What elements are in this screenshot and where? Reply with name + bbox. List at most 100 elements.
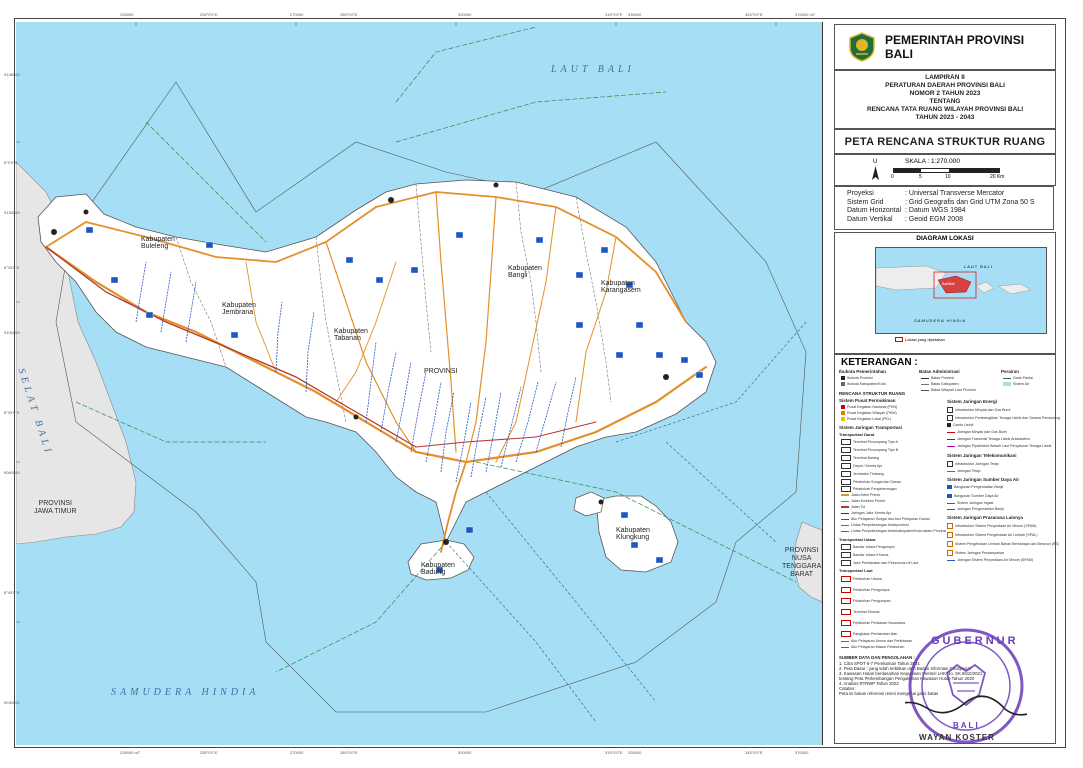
legend-h-ibukota: Ibukota Pemerintahan (839, 369, 887, 374)
coord-left-label-2: 8°0'0"S (4, 160, 18, 165)
coord-bottom-label-2: 255°0'0"E (200, 750, 218, 755)
scale-bar (893, 168, 1000, 173)
legend-h-darat: Transportasi Darat (839, 432, 875, 437)
coord-left-label-9: 9030000 (4, 700, 20, 705)
sea-label-laut-bali: LAUT BALI (551, 64, 635, 75)
legend-laut-7-text: Alur Pelayaran Masuk Pelabuhan (851, 645, 905, 649)
legend-laut-6-text: Alur Pelayaran Umum dan Perlintasan (851, 639, 913, 643)
org-title: PEMERINTAH PROVINSI BALI (884, 33, 1025, 61)
map-area[interactable]: LAUT BALI SELAT BALI SAMUDERA HINDIA PRO… (16, 22, 823, 745)
legend-darat-0-text: Terminal Penumpang Tipe A (853, 439, 898, 444)
legend-laut-7: Alur Pelayaran Masuk Pelabuhan (841, 645, 904, 649)
coord-top-label-2: 255°0'0"E (200, 12, 218, 17)
legend-telko-0-text: Infrastruktur Jaringan Tetap (955, 461, 999, 466)
legend-energi-3: Jaringan Minyak dan Gas Bumi (947, 430, 1007, 434)
legend-darat-5: Pelabuhan Sungai dan Danau (841, 479, 901, 485)
legend-air-0-text: Bangunan Pengendalian Banjir (954, 485, 1004, 489)
lampiran-line-1: LAMPIRAN II (925, 74, 965, 81)
legend-h-rencana: RENCANA STRUKTUR RUANG (839, 391, 906, 396)
coord-bottom-label-7: 330000 (628, 750, 642, 755)
legend-udara-0-text: Bandar Udara Pengumpul (853, 544, 895, 549)
legend-h-perairan: Perairan (1001, 369, 1020, 374)
legend-darat-13-text: Lintas Penyeberangan Antarkabupaten/Kota… (851, 529, 947, 533)
map-title: PETA RENCANA STRUKTUR RUANG (844, 136, 1046, 148)
legend-air-2-text: Sistem Jaringan Irigasi (957, 501, 994, 505)
legend-energi-5-text: Jaringan Pipa/Kabel Bawah Laut Penyalura… (957, 444, 1052, 448)
legend-darat-11: Alur Pelayaran Sungai dan Alur Pelayaran… (841, 517, 930, 521)
legend-pusat-1: Pusat Kegiatan Wilayah (PKW) (841, 411, 897, 416)
legend-ibukota-0: Ibukota Provinsi (841, 376, 873, 381)
legend-pusat-2: Pusat Kegiatan Lokal (PKL) (841, 417, 891, 422)
projection-val-2: Grid Geografis dan Grid UTM Zona 50 S (908, 198, 1035, 206)
projection-row-4: Datum Vertikal: Geoid EGM 2008 (847, 215, 963, 223)
legend-laut-1-text: Pelabuhan Pengumpul (853, 587, 890, 592)
lampiran-line-3: NOMOR 2 TAHUN 2023 (909, 90, 981, 97)
legend-laut-3-text: Terminal Khusus (853, 609, 880, 614)
legend-darat-5-text: Pelabuhan Sungai dan Danau (853, 479, 901, 484)
sources-title: SUMBER DATA DAN PENGOLAHAN : (839, 655, 915, 660)
scale-tick-20: 20 Km (990, 174, 1005, 180)
legend-darat-1: Terminal Penumpang Tipe B (841, 447, 898, 453)
projection-val-4: Geoid EGM 2008 (908, 215, 963, 223)
legend-batas-0: Batas Provinsi (921, 376, 954, 380)
province-ntb-line2: NUSA (791, 555, 812, 562)
coord-left-label-4: 8°15'0"S (4, 265, 20, 270)
legend-darat-4-text: Jembatan Timbang (853, 471, 884, 476)
legend-darat-3: Depot / Kereta Api (841, 463, 882, 469)
legend-prasarana-1-text: Infrastruktur Sistem Pengelolaan Air Lim… (955, 532, 1038, 537)
legend-energi-0: Infrastruktur Minyak dan Gas Bumi (947, 407, 1010, 413)
province-ntb-line4: BARAT (790, 571, 814, 578)
legend-ibukota-0-text: Ibukota Provinsi (847, 376, 873, 380)
legend-energi-4-text: Jaringan Transmisi Tenaga Listrik Antars… (957, 437, 1031, 441)
legend-h-energi: Sistem Jaringan Energi (947, 399, 998, 404)
coord-top-label-4: 285°0'0"E (340, 12, 358, 17)
projection-row-3: Datum Horizontal: Datum WGS 1984 (847, 207, 966, 214)
projection-val-3: Datum WGS 1984 (908, 207, 966, 214)
legend-prasarana-0-text: Infrastruktur Sistem Penyediaan Air Minu… (955, 523, 1037, 528)
lampiran-line-4: TENTANG (929, 98, 961, 105)
legend-telko-1: Jaringan Tetap (947, 469, 981, 473)
legend-pusat-1-text: Pusat Kegiatan Wilayah (PKW) (847, 411, 897, 415)
legend-h-air: Sistem Jaringan Sumber Daya Air (947, 477, 1020, 482)
coord-top-label-1: 239000 (120, 12, 134, 17)
legend-ibukota-1-text: Ibukota Kabupaten/Kota (847, 382, 886, 386)
legend-darat-11-text: Alur Pelayaran Sungai dan Alur Pelayaran… (851, 517, 930, 521)
legend-air-1-text: Bangunan Sumber Daya Air (954, 494, 999, 498)
legend-udara-1: Bandar Udara Khusus (841, 552, 888, 558)
legend-laut-2-text: Pelabuhan Pengumpan (853, 598, 891, 603)
bali-island (37, 179, 717, 544)
legend-perairan-1: Sistem Air (1003, 382, 1029, 387)
province-jatim-line2: JAWA TIMUR (34, 508, 77, 515)
coord-top-label-5: 300000 (458, 12, 472, 17)
legend-darat-8-text: Jalan Kolektor Primer (851, 499, 886, 503)
legend-darat-1-text: Terminal Penumpang Tipe B (853, 447, 899, 452)
legend-darat-3-text: Depot / Kereta Api (853, 463, 883, 468)
legend-darat-6: Pelabuhan Penyeberangan (841, 486, 897, 492)
legend-laut-1: Pelabuhan Pengumpul (841, 587, 889, 593)
legend-air-2: Sistem Jaringan Irigasi (947, 501, 993, 505)
legend-energi-1: Infrastruktur Pembangkitan Tenaga Listri… (947, 415, 1060, 421)
legend-energi-0-text: Infrastruktur Minyak dan Gas Bumi (955, 407, 1011, 412)
coord-bottom-label-5: 300000 (458, 750, 472, 755)
legend-air-3: Jaringan Pengendalian Banjir (947, 507, 1004, 511)
legend-laut-5: Pangkalan Pendaratan Ikan (841, 631, 897, 637)
inset-box: DIAGRAM LOKASI LAUT BALI SAMUDERA HINDIA… (834, 232, 1056, 354)
legend-h-udara: Transportasi Udara (839, 537, 876, 542)
coord-top-label-9: 370000 mT (795, 12, 816, 17)
legend-laut-3: Terminal Khusus (841, 609, 880, 615)
regency-label-badung: Kabupaten Badung (421, 562, 455, 576)
bali-emblem-icon (849, 32, 875, 62)
inset-note-text: Lokasi yang dipetakan (905, 337, 945, 342)
legend-darat-7: Jalan Arteri Primer (841, 493, 881, 497)
inset-laut-bali: LAUT BALI (964, 264, 993, 269)
coord-left-label-7: 9060000 (4, 470, 20, 475)
legend-air-3-text: Jaringan Pengendalian Banjir (957, 507, 1004, 511)
regency-label-karangasem: Kabupaten Karangasem (601, 280, 641, 294)
legend-darat-10-text: Jaringan Jalur Kereta Api (851, 511, 892, 515)
stamp-top-text: GUBERNUR (931, 635, 1019, 647)
legend-energi-3-text: Jaringan Minyak dan Gas Bumi (957, 430, 1007, 434)
legend-darat-2: Terminal Barang (841, 455, 879, 461)
legend-energi-5: Jaringan Pipa/Kabel Bawah Laut Penyalura… (947, 444, 1051, 448)
sea-label-samudera: SAMUDERA HINDIA (111, 687, 260, 698)
legend-darat-12: Lintas Penyeberangan Antarprovinsi (841, 523, 909, 527)
